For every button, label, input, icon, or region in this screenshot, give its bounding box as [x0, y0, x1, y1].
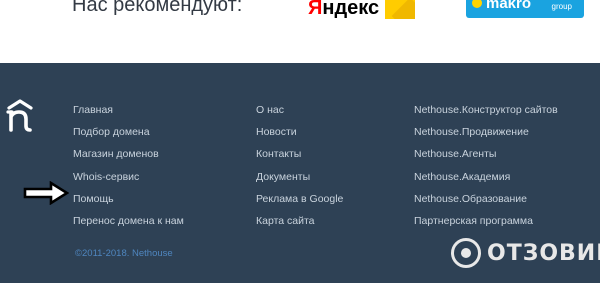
footer-column-company: О нас Новости Контакты Документы Реклама…	[256, 99, 343, 232]
footer-link-news[interactable]: Новости	[256, 121, 343, 143]
otzovik-logo-icon	[451, 238, 481, 268]
footer-link-google-ads[interactable]: Реклама в Google	[256, 188, 343, 210]
footer-column-products: Nethouse.Конструктор сайтов Nethouse.Про…	[414, 99, 558, 232]
watermark-text: ОТЗОВИК	[487, 240, 600, 266]
partner-logo-group: group	[551, 2, 572, 11]
yandex-logo[interactable]: Яндекс	[308, 0, 416, 20]
partner-dot-icon	[472, 0, 482, 8]
footer-link-site-builder[interactable]: Nethouse.Конструктор сайтов	[414, 99, 558, 121]
footer-link-agents[interactable]: Nethouse.Агенты	[414, 143, 558, 165]
arrow-right-icon	[23, 181, 69, 205]
partner-logo[interactable]: makro group	[466, 0, 584, 18]
copyright-text: ©2011-2018. Nethouse	[75, 248, 173, 259]
footer-link-promotion[interactable]: Nethouse.Продвижение	[414, 121, 558, 143]
footer-link-education[interactable]: Nethouse.Образование	[414, 188, 558, 210]
otzovik-watermark: ОТЗОВИК	[451, 236, 600, 270]
footer-link-about[interactable]: О нас	[256, 99, 343, 121]
site-footer: Главная Подбор домена Магазин доменов Wh…	[0, 63, 600, 283]
partner-logo-name: makro	[486, 0, 532, 12]
footer-link-partner-program[interactable]: Партнерская программа	[414, 210, 558, 232]
footer-link-domain-search[interactable]: Подбор домена	[73, 121, 184, 143]
recommend-label: Нас рекомендуют:	[72, 0, 243, 16]
footer-link-whois[interactable]: Whois-сервис	[73, 166, 184, 188]
recommendations-strip: Нас рекомендуют: Яндекс makro group	[0, 0, 600, 63]
footer-link-home[interactable]: Главная	[73, 99, 184, 121]
nethouse-logo-icon[interactable]	[3, 99, 37, 133]
footer-link-contacts[interactable]: Контакты	[256, 143, 343, 165]
footer-link-domain-shop[interactable]: Магазин доменов	[73, 143, 184, 165]
footer-link-help[interactable]: Помощь	[73, 188, 184, 210]
footer-link-domain-transfer[interactable]: Перенос домена к нам	[73, 210, 184, 232]
footer-link-academy[interactable]: Nethouse.Академия	[414, 166, 558, 188]
footer-link-documents[interactable]: Документы	[256, 166, 343, 188]
footer-column-main: Главная Подбор домена Магазин доменов Wh…	[73, 99, 184, 232]
footer-link-sitemap[interactable]: Карта сайта	[256, 210, 343, 232]
yandex-badge-icon	[385, 0, 416, 19]
yandex-logo-text: Яндекс	[308, 0, 380, 19]
